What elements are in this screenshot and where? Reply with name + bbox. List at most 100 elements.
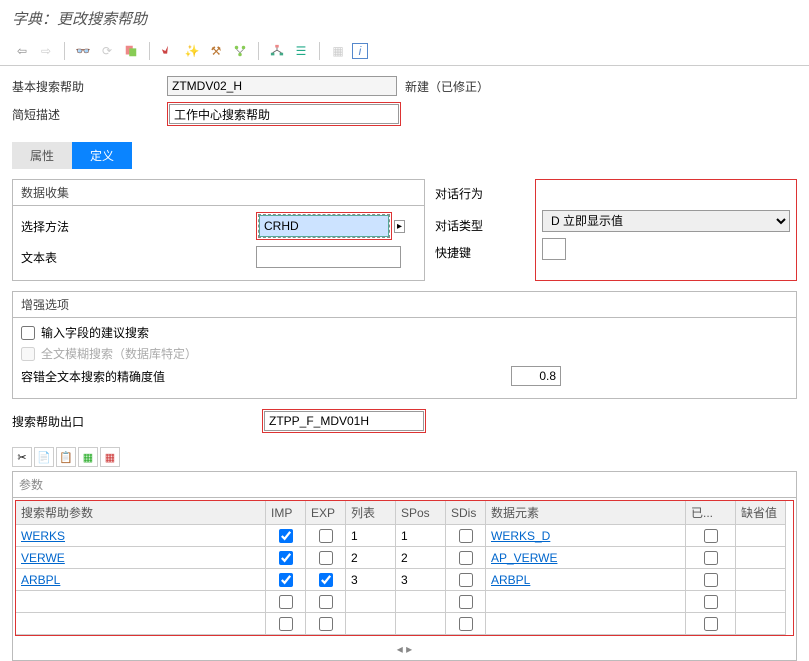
row-checkbox[interactable] <box>704 551 718 565</box>
info-icon[interactable]: i <box>352 43 368 59</box>
scroll-indicator[interactable]: ◂ ▸ <box>13 638 796 660</box>
enhance-header: 增强选项 <box>13 292 796 318</box>
default-cell[interactable] <box>736 569 786 591</box>
list-cell[interactable]: 1 <box>346 525 396 547</box>
row-checkbox[interactable] <box>704 595 718 609</box>
hotkey-input[interactable] <box>542 238 566 260</box>
refresh-icon[interactable]: ⟳ <box>97 41 117 61</box>
main-toolbar: ⇦ ⇨ 👓 ⟳ ✨ ⚒ ☰ ▦ i <box>0 37 809 66</box>
row-checkbox[interactable] <box>704 573 718 587</box>
row-checkbox[interactable] <box>459 551 473 565</box>
default-cell[interactable] <box>736 525 786 547</box>
suggest-label: 输入字段的建议搜索 <box>41 324 149 341</box>
table-row-empty <box>16 613 793 635</box>
col-sdis: SDis <box>446 501 486 525</box>
table-row: VERWE 22 AP_VERWE <box>16 547 793 569</box>
tab-definition[interactable]: 定义 <box>72 142 132 169</box>
insert-icon[interactable]: ▦ <box>78 447 98 467</box>
row-checkbox[interactable] <box>279 617 293 631</box>
delete-icon[interactable]: ▦ <box>100 447 120 467</box>
hierarchy-icon[interactable] <box>267 41 287 61</box>
row-checkbox[interactable] <box>319 595 333 609</box>
desc-label: 简短描述 <box>12 106 167 123</box>
row-checkbox[interactable] <box>319 551 333 565</box>
col-elem: 数据元素 <box>486 501 686 525</box>
where-used-icon[interactable] <box>230 41 250 61</box>
spos-cell[interactable]: 3 <box>396 569 446 591</box>
dialog-header: 对话行为 <box>435 185 525 207</box>
wand-icon[interactable]: ✨ <box>182 41 202 61</box>
row-checkbox[interactable] <box>319 529 333 543</box>
basic-help-label: 基本搜索帮助 <box>12 78 167 95</box>
row-checkbox[interactable] <box>459 529 473 543</box>
check-icon[interactable] <box>158 41 178 61</box>
table-row-empty <box>16 591 793 613</box>
select-method-input[interactable] <box>259 215 389 237</box>
suggest-checkbox[interactable] <box>21 326 35 340</box>
row-checkbox[interactable] <box>279 529 293 543</box>
col-spos: SPos <box>396 501 446 525</box>
elem-link[interactable]: AP_VERWE <box>491 551 557 565</box>
paste-icon[interactable]: 📋 <box>56 447 76 467</box>
row-checkbox[interactable] <box>459 595 473 609</box>
row-checkbox[interactable] <box>704 617 718 631</box>
row-checkbox[interactable] <box>279 595 293 609</box>
spos-cell[interactable]: 2 <box>396 547 446 569</box>
doc-icon[interactable]: ▦ <box>328 41 348 61</box>
elem-link[interactable]: ARBPL <box>491 573 530 587</box>
data-collect-header: 数据收集 <box>13 180 424 206</box>
params-section-label: 参数 <box>13 472 796 498</box>
elem-link[interactable]: WERKS_D <box>491 529 550 543</box>
status-text: 新建（已修正） <box>405 78 489 95</box>
dialog-type-select[interactable]: D 立即显示值 <box>542 210 790 232</box>
row-checkbox[interactable] <box>319 573 333 587</box>
text-table-input[interactable] <box>256 246 401 268</box>
exit-input[interactable] <box>264 411 424 431</box>
list-cell[interactable]: 2 <box>346 547 396 569</box>
window-title: 字典：更改搜索帮助 <box>0 0 809 37</box>
exit-label: 搜索帮助出口 <box>12 413 262 430</box>
row-checkbox[interactable] <box>279 551 293 565</box>
row-checkbox[interactable] <box>459 573 473 587</box>
col-param: 搜索帮助参数 <box>16 501 266 525</box>
back-icon[interactable]: ⇦ <box>12 41 32 61</box>
fuzzy-checkbox <box>21 347 35 361</box>
param-link[interactable]: WERKS <box>21 529 65 543</box>
copy-icon[interactable]: 📄 <box>34 447 54 467</box>
fuzzy-label: 全文模糊搜索（数据库特定） <box>41 345 197 362</box>
desc-input[interactable] <box>169 104 399 124</box>
cut-icon[interactable]: ✂ <box>12 447 32 467</box>
value-help-icon[interactable]: ▸ <box>394 220 405 233</box>
col-default: 缺省值 <box>736 501 786 525</box>
param-link[interactable]: ARBPL <box>21 573 60 587</box>
table-row: WERKS 11 WERKS_D <box>16 525 793 547</box>
tolerance-label: 容错全文本搜索的精确度值 <box>21 368 511 385</box>
select-method-label: 选择方法 <box>21 218 256 235</box>
basic-help-input[interactable] <box>167 76 397 96</box>
col-list: 列表 <box>346 501 396 525</box>
table-row: ARBPL 33 ARBPL <box>16 569 793 591</box>
row-checkbox[interactable] <box>279 573 293 587</box>
col-imp: IMP <box>266 501 306 525</box>
tool-icon[interactable]: ⚒ <box>206 41 226 61</box>
forward-icon[interactable]: ⇨ <box>36 41 56 61</box>
row-checkbox[interactable] <box>459 617 473 631</box>
text-table-label: 文本表 <box>21 249 256 266</box>
tab-strip: 属性 定义 <box>0 142 809 169</box>
param-link[interactable]: VERWE <box>21 551 65 565</box>
table-toolbar: ✂ 📄 📋 ▦ ▦ <box>0 443 809 471</box>
list-cell[interactable]: 3 <box>346 569 396 591</box>
activate-icon[interactable] <box>121 41 141 61</box>
hotkey-label: 快捷键 <box>435 244 525 261</box>
row-checkbox[interactable] <box>319 617 333 631</box>
list-icon[interactable]: ☰ <box>291 41 311 61</box>
spos-cell[interactable]: 1 <box>396 525 446 547</box>
tolerance-input[interactable] <box>511 366 561 386</box>
default-cell[interactable] <box>736 547 786 569</box>
dialog-type-label: 对话类型 <box>435 217 525 234</box>
row-checkbox[interactable] <box>704 529 718 543</box>
tab-attributes[interactable]: 属性 <box>12 142 72 169</box>
col-mod: 已... <box>686 501 736 525</box>
col-exp: EXP <box>306 501 346 525</box>
glasses-icon[interactable]: 👓 <box>73 41 93 61</box>
